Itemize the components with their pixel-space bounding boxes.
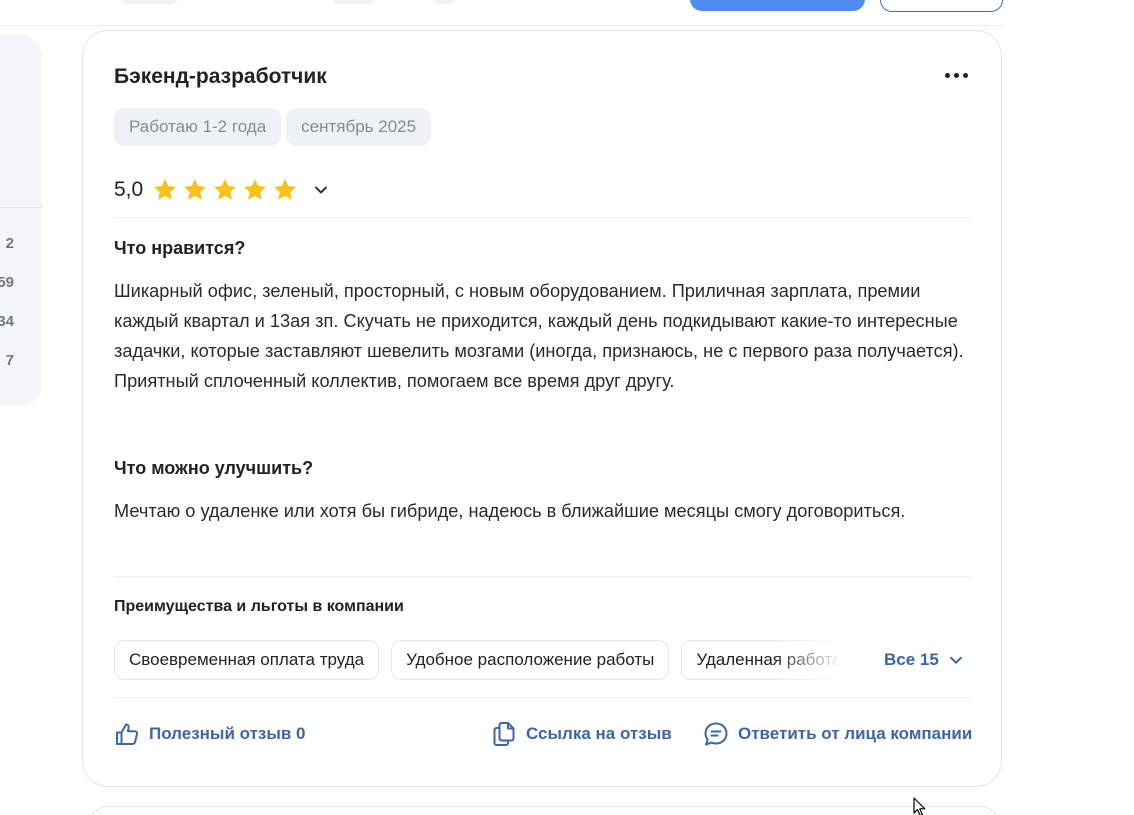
rating-stars [151,176,299,204]
chevron-down-icon[interactable] [311,180,331,200]
improve-text: Мечтаю о удаленке или хотя бы гибриде, н… [114,501,906,521]
review-title: Бэкенд-разработчик [114,65,327,88]
chevron-down-icon [949,656,962,664]
benefits-heading: Преимущества и льготы в компании [114,598,404,615]
star-icon [244,178,267,200]
show-all-label: Все 15 [884,650,939,669]
star-icon [214,178,237,200]
star-icon [154,178,177,200]
side-count: 34 [0,313,14,330]
star-icon [274,178,297,200]
divider [114,576,971,577]
reply-as-company-button[interactable]: Ответить от лица компании [703,721,972,747]
side-count: 59 [0,274,14,291]
benefits-list: Своевременная оплата труда Удобное распо… [114,640,837,682]
tag-date: сентябрь 2025 [286,108,432,146]
copy-link-label: Ссылка на отзыв [526,724,672,743]
chat-reply-icon [704,722,728,746]
rating-summary-panel: 2 59 34 7 [0,35,42,406]
copy-link-icon [493,722,515,746]
rating-row: 5,0 [114,174,331,206]
helpful-button[interactable]: Полезный отзыв 0 [114,721,306,747]
top-filter-chip[interactable] [122,0,178,4]
show-all-benefits-button[interactable]: Все 15 [884,650,965,670]
top-toolbar [0,0,1003,26]
review-card: Бэкенд-разработчик Работаю 1-2 года сент… [82,30,1002,787]
tag-experience: Работаю 1-2 года [114,108,282,146]
star-icon [184,178,207,200]
benefit-chip: Удаленная работа [681,640,837,680]
write-review-button[interactable] [690,0,865,11]
more-dots-icon[interactable] [941,65,971,85]
copy-link-button[interactable]: Ссылка на отзыв [491,721,672,747]
helpful-label: Полезный отзыв 0 [149,724,306,743]
side-divider [0,207,42,208]
improve-heading: Что можно улучшить? [114,458,314,478]
divider [114,697,971,698]
top-filter-chip[interactable] [434,0,456,4]
likes-heading: Что нравится? [114,238,246,258]
top-filter-chip[interactable] [332,0,374,4]
reply-label: Ответить от лица компании [738,724,973,743]
mouse-cursor-icon [913,797,926,815]
likes-text: Шикарный офис, зеленый, просторный, с но… [114,281,964,391]
thumb-up-icon [116,723,139,745]
rating-value: 5,0 [114,178,144,201]
next-review-card [88,806,1000,815]
divider [114,217,971,218]
side-count: 7 [5,352,14,369]
benefit-chip: Удобное расположение работы [391,640,670,680]
review-tags: Работаю 1-2 года сентябрь 2025 [114,108,432,146]
benefit-chip: Своевременная оплата труда [114,640,380,680]
secondary-button[interactable] [880,0,1003,12]
side-count: 2 [5,235,14,252]
